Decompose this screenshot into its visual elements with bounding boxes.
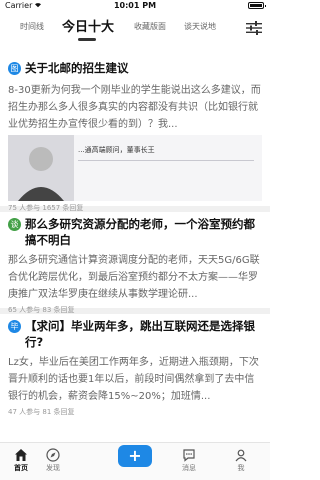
top-tab-bar: 时间线 今日十大 收藏版面 谈天说地 [0, 12, 270, 41]
nav-messages[interactable]: 消息 [174, 448, 204, 473]
tab-favorite-boards[interactable]: 收藏版面 [134, 21, 166, 32]
topic-excerpt: 那么多研究通信计算资源调度分配的老师，天天5G/6G联合优化跨层优化，到最后浴室… [8, 255, 260, 300]
participants-count: 47 人参与 [8, 408, 41, 416]
status-bar: Carrier 10:01 PM [0, 0, 270, 12]
nav-home[interactable]: 首页 [6, 448, 36, 473]
topic-image: ...通高端顾问，董事长王 [8, 135, 262, 201]
image-caption: ...通高端顾问，董事长王 [78, 146, 155, 154]
nav-discover[interactable]: 发现 [38, 448, 68, 473]
topic-title: 关于北邮的招生建议 [25, 61, 129, 75]
replies-count: 81 条回复 [42, 408, 75, 416]
battery-icon [248, 2, 266, 9]
topic-title: 那么多研究资源分配的老师，一个浴室预约都搞不明白 [25, 217, 255, 247]
tab-chat[interactable]: 谈天说地 [184, 21, 216, 32]
message-icon [183, 449, 195, 462]
tab-timeline[interactable]: 时间线 [20, 21, 44, 32]
topic-title: 【求问】毕业两年多，跳出互联网还是选择银行? [25, 319, 255, 349]
nav-profile[interactable]: 我 [226, 448, 256, 473]
participants-count: 75 人参与 [8, 204, 41, 212]
image-divider [78, 160, 254, 161]
topic-card[interactable]: 谈 那么多研究资源分配的老师，一个浴室预约都搞不明白 那么多研究通信计算资源调度… [0, 212, 270, 314]
topic-card[interactable]: 图 关于北邮的招生建议 8-30更新为何我一个刚毕业的学生能说出这么多建议，而招… [0, 56, 270, 212]
nav-home-label: 首页 [14, 464, 28, 472]
new-post-button[interactable]: + [118, 445, 152, 467]
settings-sliders-icon[interactable] [246, 20, 262, 35]
replies-count: 83 条回复 [42, 306, 75, 314]
board-badge: 图 [8, 62, 21, 75]
board-badge: 谈 [8, 218, 21, 231]
profile-icon [235, 449, 247, 462]
active-tab-indicator [78, 38, 96, 41]
board-badge: 毕 [8, 320, 21, 333]
nav-messages-label: 消息 [182, 464, 196, 472]
topic-excerpt: 8-30更新为何我一个刚毕业的学生能说出这么多建议，而招生办那么多人很多真实的内… [8, 85, 261, 130]
discover-icon [46, 448, 60, 462]
topic-excerpt: Lz女，毕业后在美团工作两年多，近期进入瓶颈期，下次晋升顺利的话也要1年以后，前… [8, 357, 259, 402]
nav-discover-label: 发现 [46, 464, 60, 472]
topic-feed: 图 关于北邮的招生建议 8-30更新为何我一个刚毕业的学生能说出这么多建议，而招… [0, 56, 270, 430]
home-icon [15, 449, 27, 461]
tab-top-ten[interactable]: 今日十大 [62, 16, 114, 35]
participants-count: 65 人参与 [8, 306, 41, 314]
bottom-tab-bar: 首页 发现 + 消息 我 [0, 442, 270, 480]
topic-card[interactable]: 毕 【求问】毕业两年多，跳出互联网还是选择银行? Lz女，毕业后在美团工作两年多… [0, 314, 270, 430]
nav-profile-label: 我 [237, 464, 245, 472]
topic-meta: 47 人参与 81 条回复 [8, 407, 262, 417]
portrait-image [8, 135, 74, 201]
replies-count: 1657 条回复 [42, 204, 84, 212]
status-time: 10:01 PM [113, 1, 157, 10]
